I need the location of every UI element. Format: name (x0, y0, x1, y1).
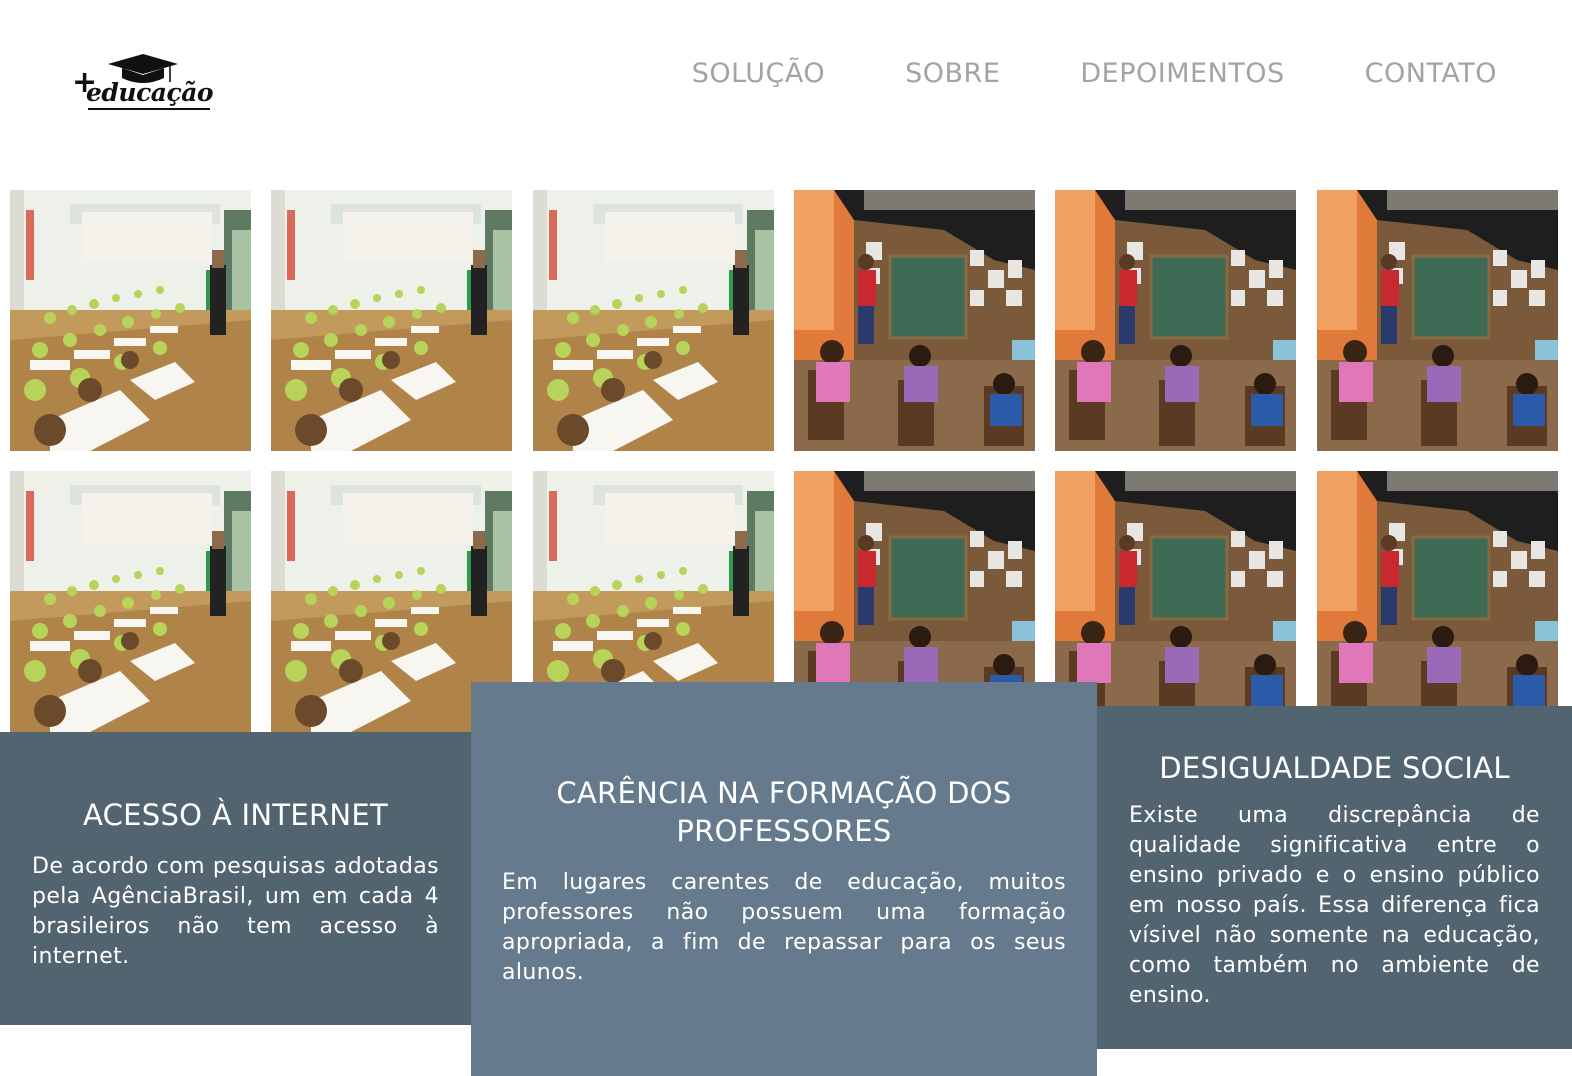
gallery-photo-classroom-modern (271, 190, 512, 451)
card-text: Existe uma discrepância de qualidade sig… (1129, 803, 1540, 1008)
card-acesso-internet: ACESSO À INTERNET De acordo com pesquisa… (0, 732, 471, 1025)
logo-underline (88, 108, 210, 110)
nav-depoimentos[interactable]: DEPOIMENTOS (1080, 58, 1284, 89)
gallery-photo-classroom-modern (10, 471, 251, 732)
logo-text: educação (86, 78, 214, 107)
nav-contato[interactable]: CONTATO (1365, 58, 1497, 89)
main-nav: SOLUÇÃO SOBRE DEPOIMENTOS CONTATO (692, 58, 1497, 89)
gallery-photo-classroom-rural (794, 190, 1035, 451)
gallery-photo-classroom-rural (1055, 190, 1296, 451)
card-title: CARÊNCIA NA FORMAÇÃO DOS PROFESSORES (556, 776, 1012, 848)
card-text: Em lugares carentes de educação, muitos … (502, 870, 1066, 985)
card-title: ACESSO À INTERNET (82, 798, 389, 832)
gallery-photo-classroom-modern (533, 190, 774, 451)
nav-solucao[interactable]: SOLUÇÃO (692, 58, 825, 89)
card-desigualdade-social: DESIGUALDADE SOCIAL Existe uma discrepân… (1097, 706, 1572, 1049)
card-title: DESIGUALDADE SOCIAL (1159, 751, 1510, 785)
gallery-photo-classroom-modern (10, 190, 251, 451)
gallery-photo-classroom-rural (1317, 471, 1558, 732)
gallery-photo-classroom-rural (1317, 190, 1558, 451)
card-formacao-professores: CARÊNCIA NA FORMAÇÃO DOS PROFESSORES Em … (471, 682, 1097, 1076)
nav-sobre[interactable]: SOBRE (905, 58, 1000, 89)
card-text: De acordo com pesquisas adotadas pela Ag… (32, 854, 439, 969)
brand-logo[interactable]: + educação (70, 52, 220, 116)
